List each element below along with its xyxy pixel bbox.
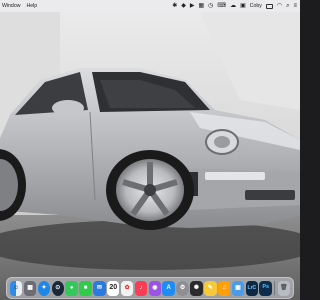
lightroom-label: LrC [247,284,257,291]
wifi-icon[interactable]: ◠ [277,0,282,12]
menu-window[interactable]: Window [2,0,20,12]
audio-icon[interactable]: ♫ [217,280,231,296]
preview-icon[interactable]: ▣ [231,280,245,296]
menu-help[interactable]: Help [26,0,37,12]
battery-icon[interactable] [265,3,273,9]
photoshop-icon[interactable]: Ps [259,280,272,296]
menu-bar: Window Help ✱ ◆ ▶ ▦ ◷ ⌨ ☁ ▣ Coby ◠ ⌕ ≡ [0,0,300,12]
lightroom-icon[interactable]: LrC [245,280,259,296]
safari-icon[interactable]: ✦ [37,280,51,296]
menu-bar-left: Window Help [0,0,37,12]
calendar-date: 20 [109,284,118,291]
podcasts-icon[interactable]: ◉ [148,280,162,296]
chatgpt-icon[interactable]: ✺ [190,280,203,296]
music-icon[interactable]: ♪ [134,280,148,296]
messages-icon[interactable]: ● [65,280,78,296]
photoshop-label: Ps [262,284,270,291]
calendar-icon[interactable]: 20 [107,280,120,296]
search-icon[interactable]: ⌕ [286,0,289,12]
vpn-icon[interactable]: ▣ [240,0,246,12]
notes-icon[interactable]: ✎ [204,280,217,296]
clock-icon[interactable]: ◷ [208,0,213,12]
control-center-icon[interactable]: ≡ [293,0,297,12]
desktop: Window Help ✱ ◆ ▶ ▦ ◷ ⌨ ☁ ▣ Coby ◠ ⌕ ≡ ☺… [0,0,300,300]
dropbox-icon[interactable]: ◆ [181,0,186,12]
trash-icon[interactable]: 🗑 [277,280,291,296]
steam-icon[interactable]: ⊙ [51,280,65,296]
appstore-icon[interactable]: A [162,280,175,296]
mail-icon[interactable]: ✉ [93,280,106,296]
menu-bar-status: ✱ ◆ ▶ ▦ ◷ ⌨ ☁ ▣ Coby ◠ ⌕ ≡ [172,0,300,12]
profile-label[interactable]: Coby [250,0,262,12]
play-icon[interactable]: ▶ [190,0,195,12]
dock: ☺ ▦ ✦ ⊙ ● ■ ✉ 20 ✿ ♪ ◉ A ⚙ ✺ ✎ ♫ ▣ LrC P… [6,277,294,299]
keyboard-icon[interactable]: ⌨ [217,0,226,12]
launchpad-icon[interactable]: ▦ [23,280,37,296]
grid-icon[interactable]: ▦ [198,0,204,12]
facetime-icon[interactable]: ■ [79,280,92,296]
wallpaper-car-image [0,0,300,300]
bluetooth-icon[interactable]: ✱ [172,0,177,12]
photos-icon[interactable]: ✿ [120,280,134,296]
finder-icon[interactable]: ☺ [10,280,23,296]
dock-divider [274,281,276,295]
settings-icon[interactable]: ⚙ [176,280,189,296]
cloud-icon[interactable]: ☁ [230,0,236,12]
